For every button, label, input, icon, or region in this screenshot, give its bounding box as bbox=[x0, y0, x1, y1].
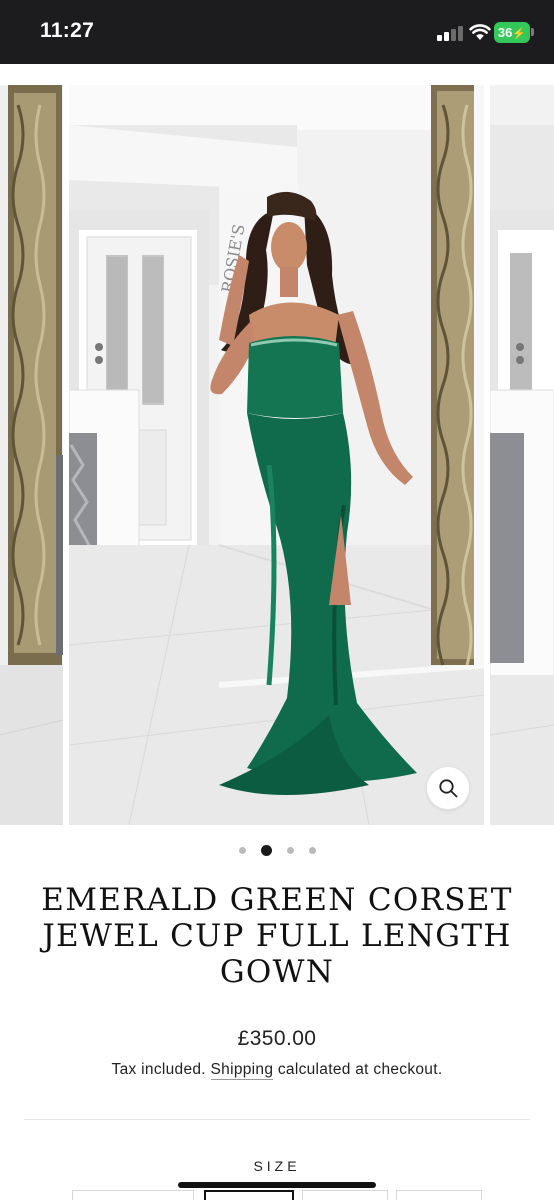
size-options bbox=[72, 1190, 482, 1200]
battery-level: 36 bbox=[497, 25, 513, 40]
gallery-dot-3[interactable] bbox=[286, 846, 294, 854]
divider bbox=[24, 1119, 530, 1120]
product-title: EMERALD GREEN CORSET JEWEL CUP FULL LENG… bbox=[41, 882, 513, 990]
status-bar: 11:27 36⚡ bbox=[0, 0, 554, 64]
size-label: SIZE bbox=[253, 1158, 301, 1174]
battery-cap bbox=[531, 28, 534, 36]
size-option-4[interactable] bbox=[396, 1190, 482, 1200]
gallery-dot-2[interactable] bbox=[260, 844, 272, 856]
status-time: 11:27 bbox=[40, 19, 95, 42]
battery-charging-icon: 36⚡ bbox=[494, 22, 530, 43]
cellular-signal-icon bbox=[437, 25, 463, 41]
size-option-3[interactable] bbox=[302, 1190, 388, 1200]
magnifier-icon bbox=[439, 779, 458, 798]
home-indicator[interactable] bbox=[178, 1182, 376, 1188]
tax-note: Tax included. Shipping calculated at che… bbox=[0, 1061, 554, 1080]
wifi-icon bbox=[469, 24, 491, 40]
main-product-image[interactable]: ROSIE'S bbox=[69, 85, 484, 825]
shipping-link[interactable]: Shipping bbox=[210, 1061, 274, 1080]
previous-slide-image[interactable] bbox=[0, 85, 63, 825]
product-price: £350.00 bbox=[237, 1027, 317, 1050]
product-image-gallery[interactable]: ROSIE'S bbox=[0, 85, 554, 825]
size-option-selected[interactable] bbox=[204, 1190, 294, 1200]
next-slide-image[interactable] bbox=[490, 85, 554, 825]
tax-note-prefix: Tax included. bbox=[111, 1061, 206, 1078]
zoom-button[interactable] bbox=[426, 766, 470, 810]
gallery-pagination bbox=[0, 843, 554, 857]
tax-note-suffix: calculated at checkout. bbox=[277, 1061, 443, 1078]
size-option-1[interactable] bbox=[72, 1190, 194, 1200]
gallery-dot-1[interactable] bbox=[238, 846, 246, 854]
gallery-dot-4[interactable] bbox=[308, 846, 316, 854]
